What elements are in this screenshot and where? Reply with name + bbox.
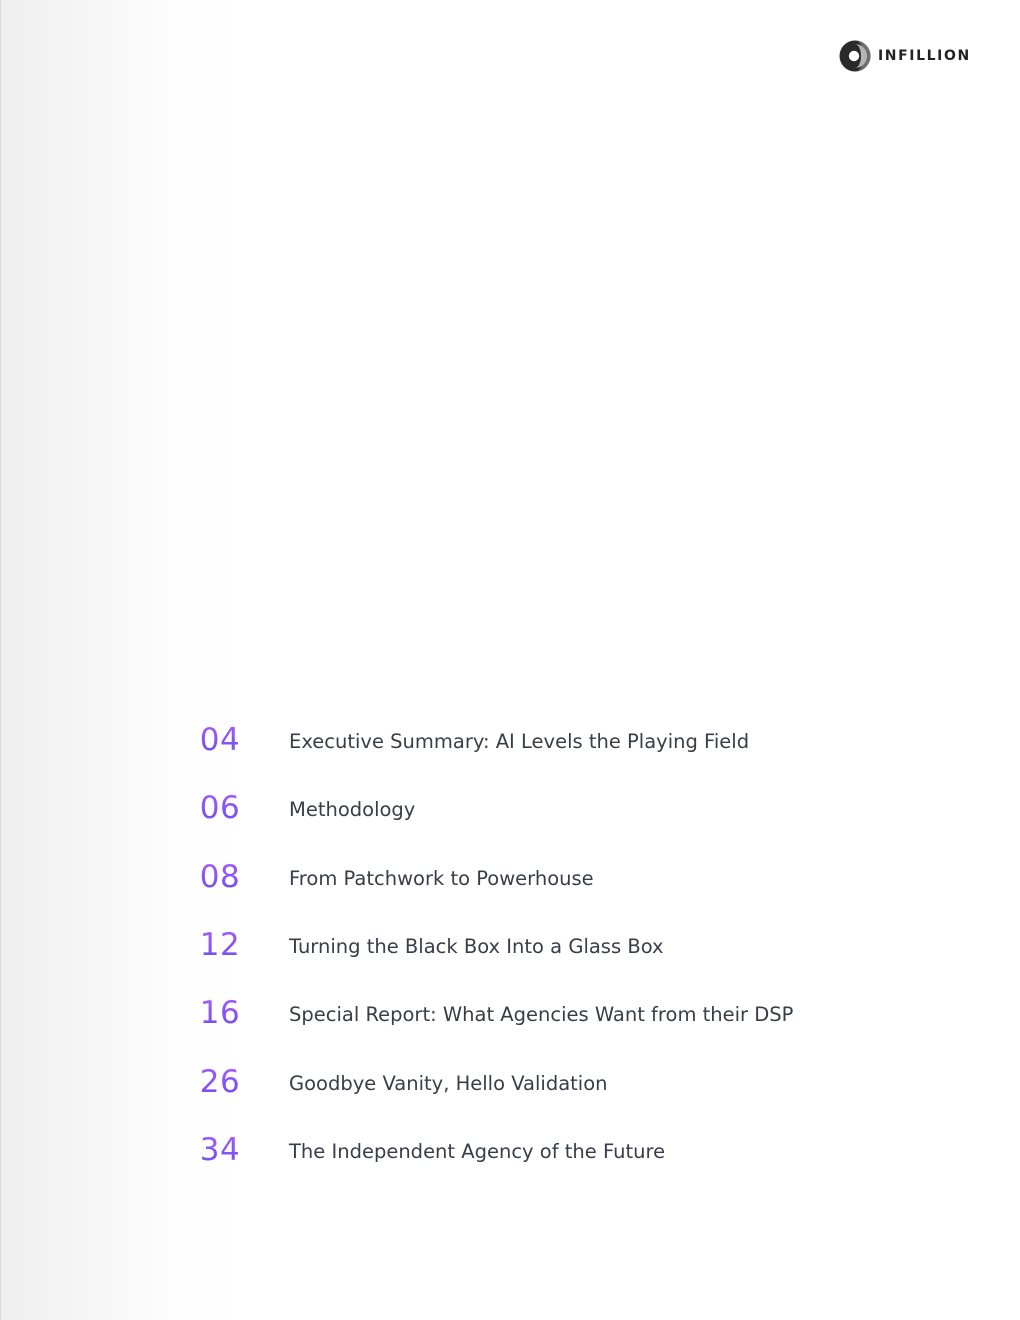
toc-item[interactable]: 16 Special Report: What Agencies Want fr… — [191, 995, 991, 1035]
toc-item[interactable]: 26 Goodbye Vanity, Hello Validation — [191, 1064, 991, 1104]
toc-title: Turning the Black Box Into a Glass Box — [289, 935, 664, 958]
toc-item[interactable]: 12 Turning the Black Box Into a Glass Bo… — [191, 927, 991, 967]
toc-item[interactable]: 08 From Patchwork to Powerhouse — [191, 859, 991, 899]
toc-page-number: 08 — [191, 859, 249, 895]
table-of-contents: 04 Executive Summary: AI Levels the Play… — [1, 0, 1020, 1320]
document-page: INFILLION 04 Executive Summary: AI Level… — [0, 0, 1020, 1320]
toc-title: Goodbye Vanity, Hello Validation — [289, 1072, 608, 1095]
toc-title: From Patchwork to Powerhouse — [289, 867, 594, 890]
toc-item[interactable]: 06 Methodology — [191, 790, 991, 830]
toc-title: The Independent Agency of the Future — [289, 1140, 666, 1163]
toc-item[interactable]: 34 The Independent Agency of the Future — [191, 1132, 991, 1172]
toc-page-number: 26 — [191, 1064, 249, 1100]
toc-page-number: 04 — [191, 722, 249, 758]
toc-page-number: 06 — [191, 790, 249, 826]
toc-page-number: 34 — [191, 1132, 249, 1168]
toc-title: Methodology — [289, 798, 416, 821]
toc-title: Special Report: What Agencies Want from … — [289, 1003, 794, 1026]
toc-page-number: 16 — [191, 995, 249, 1031]
toc-item[interactable]: 04 Executive Summary: AI Levels the Play… — [191, 722, 991, 762]
toc-title: Executive Summary: AI Levels the Playing… — [289, 730, 750, 753]
toc-page-number: 12 — [191, 927, 249, 963]
